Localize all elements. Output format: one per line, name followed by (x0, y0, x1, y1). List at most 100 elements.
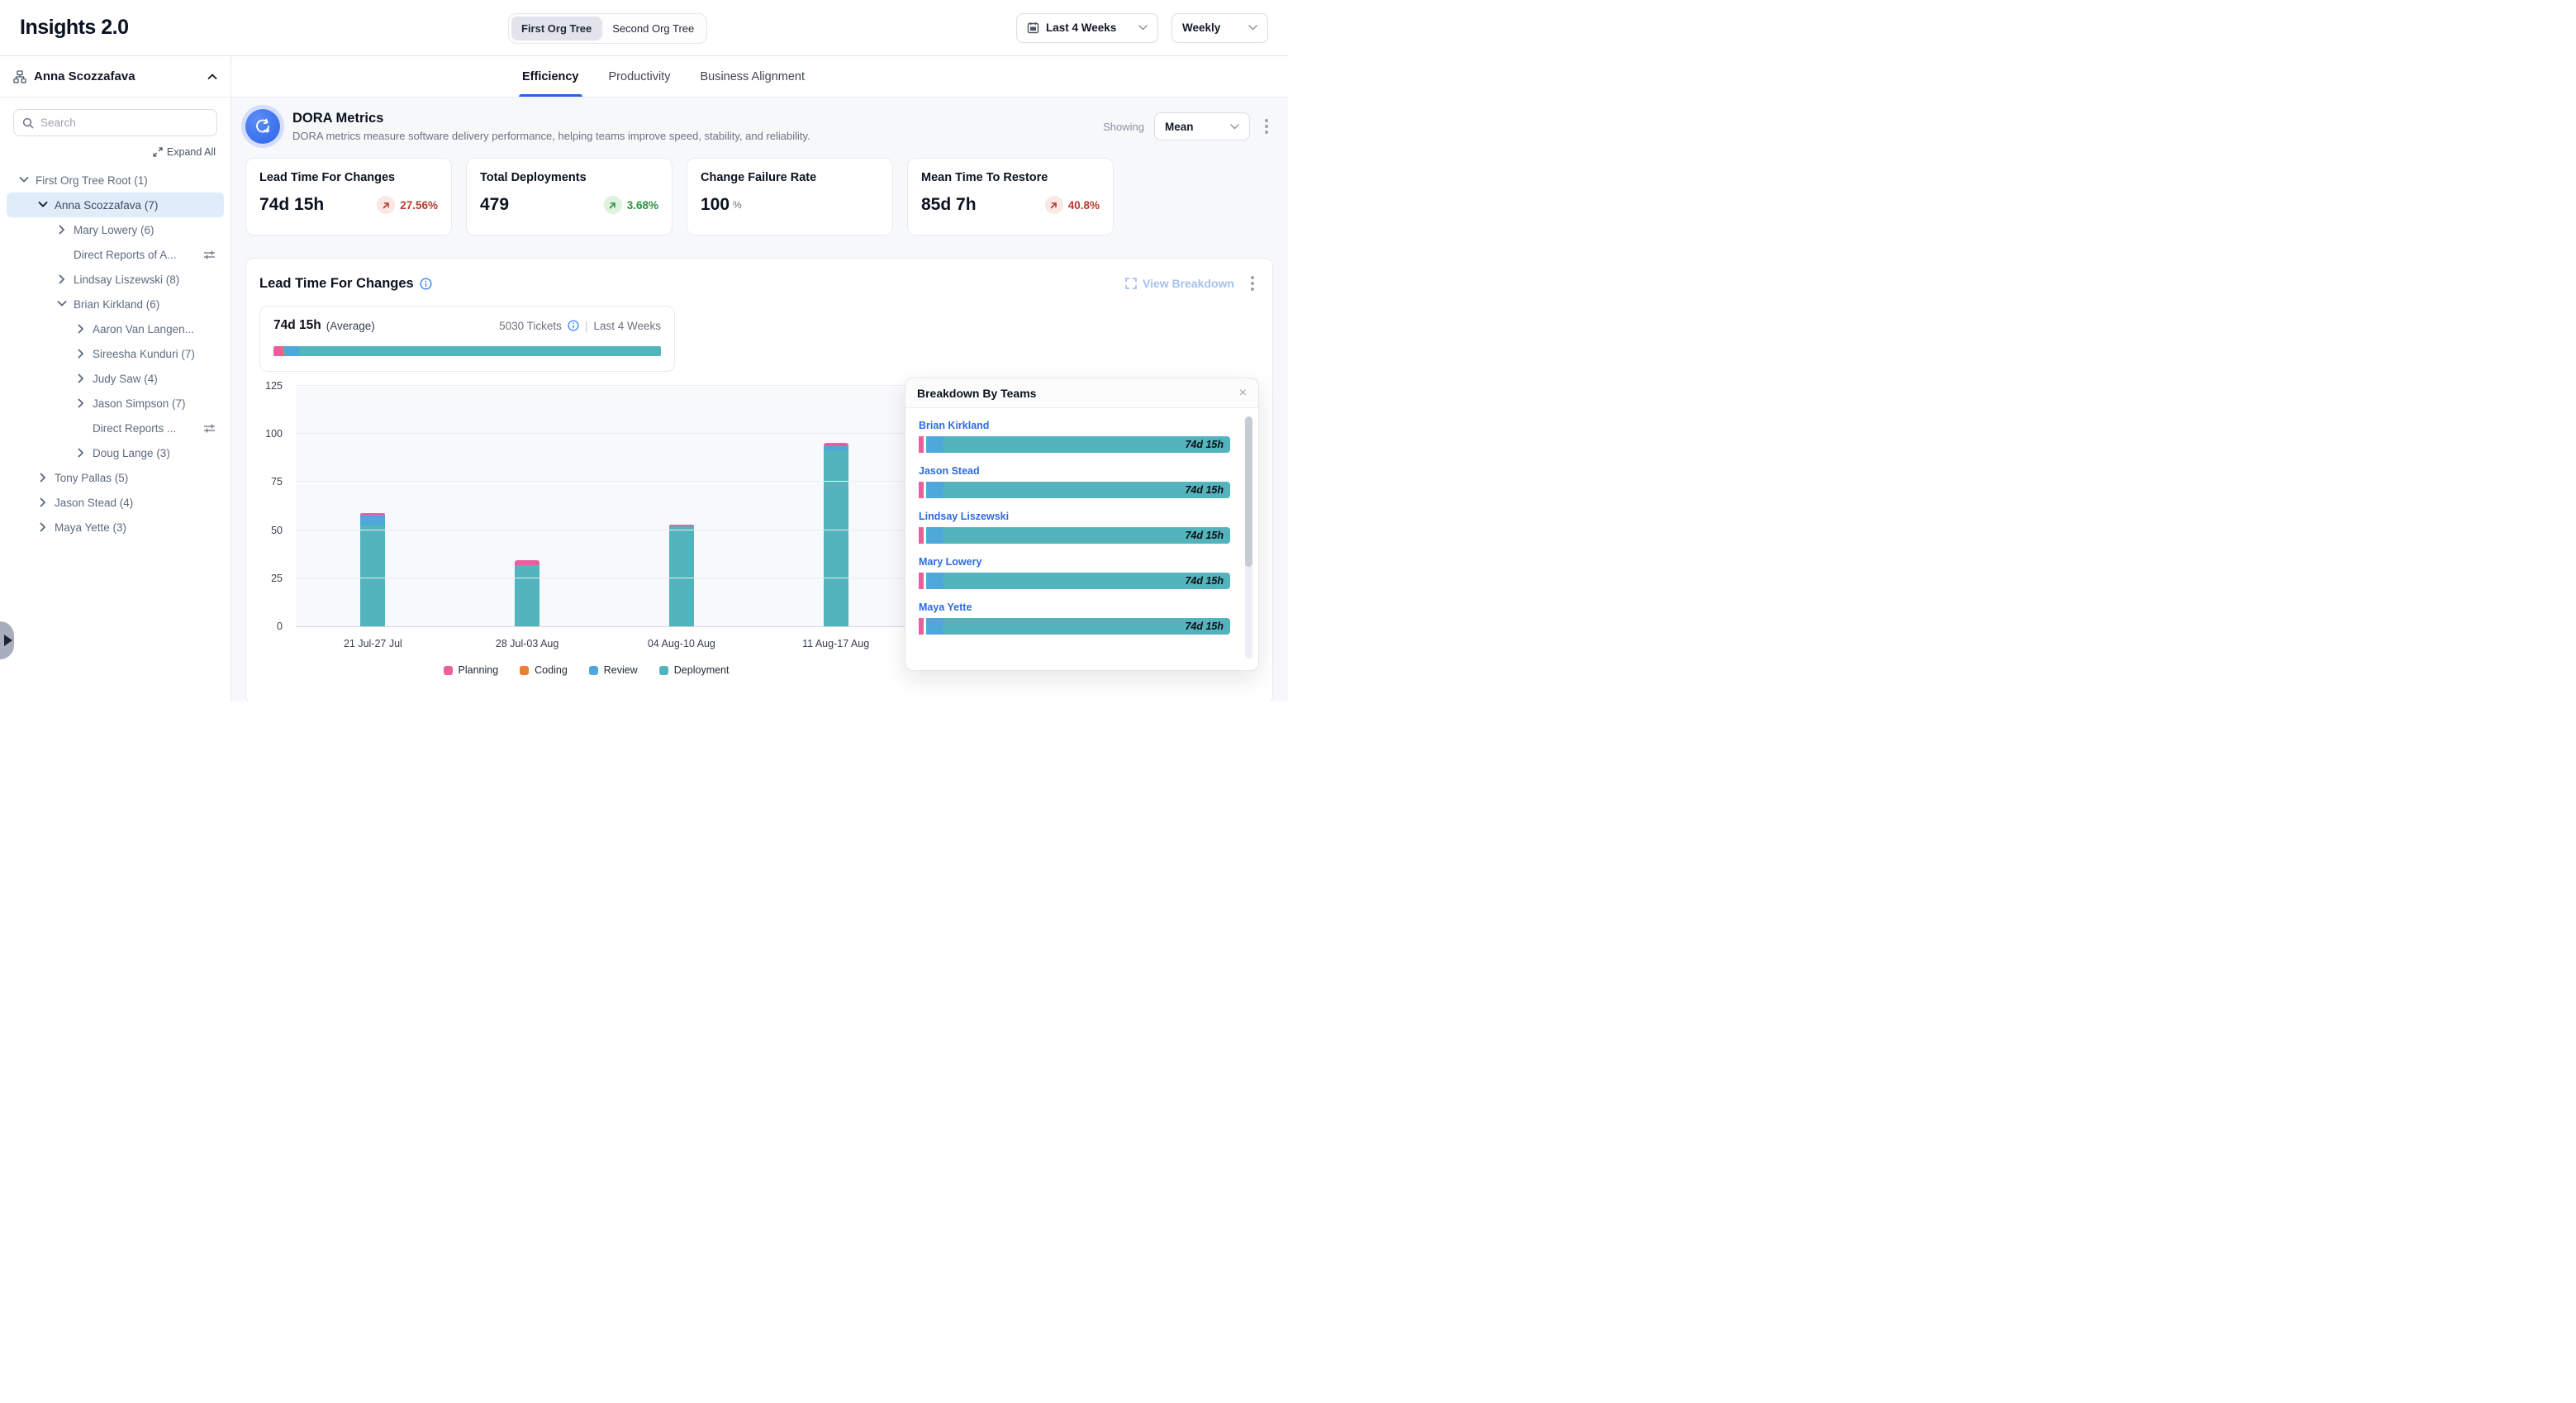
chevron-right-icon[interactable] (37, 497, 49, 508)
tab-bar: Efficiency Productivity Business Alignment (231, 56, 1288, 97)
tree-item-label: Mary Lowery (6) (74, 224, 154, 236)
tree-item-maya-yette[interactable]: Maya Yette (3) (0, 515, 231, 540)
metric-suffix: % (733, 199, 742, 211)
search-input[interactable] (40, 117, 208, 129)
chart-slot (296, 387, 450, 626)
legend-item-review: Review (589, 664, 638, 676)
tab-productivity[interactable]: Productivity (609, 56, 671, 97)
team-name-link[interactable]: Brian Kirkland (919, 420, 989, 431)
chevron-right-icon[interactable] (75, 323, 87, 335)
tree-item-brian-kirkland[interactable]: Brian Kirkland (6) (0, 292, 231, 316)
summary-value: 74d 15h (273, 318, 321, 333)
sidebar-search[interactable] (13, 109, 217, 136)
date-range-select[interactable]: Last 4 Weeks (1016, 13, 1158, 43)
tree-item-label: Direct Reports of A... (74, 249, 177, 261)
filter-sliders-icon[interactable] (203, 423, 216, 434)
panel-scrollbar-thumb[interactable] (1245, 416, 1252, 567)
gridline (296, 385, 913, 386)
content-area: DORA Metrics DORA metrics measure softwa… (231, 97, 1288, 702)
panel-scrollbar[interactable] (1245, 416, 1252, 659)
stacked-bar-3[interactable] (669, 525, 694, 626)
team-phase-bar: 74d 15h (919, 527, 1230, 544)
info-icon[interactable] (420, 278, 432, 290)
summary-segment-deployment (299, 346, 661, 356)
arrow-up-right-icon (377, 196, 395, 214)
team-name-link[interactable]: Jason Stead (919, 465, 980, 477)
trend-badge: 3.68% (604, 196, 658, 214)
tree-item-jason-simpson[interactable]: Jason Simpson (7) (0, 391, 231, 416)
chevron-right-icon[interactable] (75, 348, 87, 359)
chart-slot (758, 387, 913, 626)
chevron-down-icon[interactable] (18, 174, 30, 186)
chevron-right-icon[interactable] (37, 521, 49, 533)
chevron-right-icon[interactable] (75, 447, 87, 459)
metric-card-mean-time-to-restore: Mean Time To Restore 85d 7h 40.8% (907, 158, 1114, 235)
bar-segment-deployment (824, 450, 848, 626)
chevron-right-icon[interactable] (75, 397, 87, 409)
lead-time-kebab-menu-icon[interactable] (1246, 273, 1259, 294)
info-icon[interactable] (568, 320, 579, 331)
showing-select[interactable]: Mean (1154, 112, 1250, 140)
tab-business-alignment[interactable]: Business Alignment (700, 56, 805, 97)
lead-time-chart: 0255075100125 21 Jul-27 Jul28 Jul-03 Aug… (259, 387, 913, 676)
close-icon[interactable]: × (1239, 387, 1247, 400)
toggle-second-org-tree[interactable]: Second Org Tree (602, 17, 704, 40)
bar-segment-deployment: 74d 15h (943, 436, 1230, 453)
tree-item-first-org-tree-root[interactable]: First Org Tree Root (1) (0, 168, 231, 193)
toggle-first-org-tree[interactable]: First Org Tree (511, 17, 601, 40)
team-name-link[interactable]: Maya Yette (919, 602, 972, 613)
org-tree-toggle: First Org Tree Second Org Tree (508, 13, 707, 44)
breakdown-panel-header: Breakdown By Teams × (905, 378, 1258, 408)
dora-kebab-menu-icon[interactable] (1260, 116, 1273, 137)
collapse-sidebar-chevron-icon[interactable] (207, 74, 217, 80)
play-triangle-icon (4, 635, 12, 646)
tree-item-jason-stead[interactable]: Jason Stead (4) (0, 490, 231, 515)
bar-segment-review (926, 482, 943, 498)
tree-item-lindsay-liszewski[interactable]: Lindsay Liszewski (8) (0, 267, 231, 292)
team-name-link[interactable]: Lindsay Liszewski (919, 511, 1009, 522)
tree-item-mary-lowery[interactable]: Mary Lowery (6) (0, 217, 231, 242)
chevron-right-icon[interactable] (56, 224, 68, 235)
tree-item-tony-pallas[interactable]: Tony Pallas (5) (0, 465, 231, 490)
granularity-select[interactable]: Weekly (1172, 13, 1268, 43)
chevron-down-icon[interactable] (37, 199, 49, 211)
tree-item-direct-reports-of-a[interactable]: Direct Reports of A... (0, 242, 231, 267)
metric-title: Change Failure Rate (701, 171, 879, 184)
org-tree-sidebar: Anna Scozzafava Expand All First Org Tre… (0, 56, 231, 702)
app-title: Insights 2.0 (20, 16, 129, 40)
summary-period: Last 4 Weeks (593, 320, 661, 332)
metric-value: 85d 7h (921, 195, 977, 215)
chevron-down-icon (1138, 25, 1148, 31)
tree-item-anna-scozzafava[interactable]: Anna Scozzafava (7) (7, 193, 224, 217)
tree-item-direct-reports[interactable]: Direct Reports ... (0, 416, 231, 440)
expand-all-button[interactable]: Expand All (153, 146, 216, 158)
chart-plot-area: 0255075100125 (259, 387, 913, 627)
stacked-bar-1[interactable] (360, 513, 385, 626)
tree-item-doug-lange[interactable]: Doug Lange (3) (0, 440, 231, 465)
tree-item-aaron-van-langen[interactable]: Aaron Van Langen... (0, 316, 231, 341)
stacked-bar-2[interactable] (515, 560, 539, 626)
stacked-bar-4[interactable] (824, 443, 848, 626)
team-phase-bar: 74d 15h (919, 436, 1230, 453)
bar-segment-deployment: 74d 15h (943, 527, 1230, 544)
gridline (296, 481, 913, 482)
metric-title: Mean Time To Restore (921, 171, 1100, 184)
view-breakdown-button[interactable]: View Breakdown (1125, 277, 1234, 290)
bar-segment-planning (919, 573, 924, 589)
chevron-right-icon[interactable] (56, 273, 68, 285)
chevron-down-icon[interactable] (56, 298, 68, 310)
legend-label: Coding (535, 664, 568, 676)
tree-item-label: First Org Tree Root (1) (36, 174, 148, 187)
filter-sliders-icon[interactable] (203, 250, 216, 260)
team-name-link[interactable]: Mary Lowery (919, 556, 981, 568)
tree-item-judy-saw[interactable]: Judy Saw (4) (0, 366, 231, 391)
legend-swatch (589, 666, 598, 675)
trend-badge: 40.8% (1045, 196, 1100, 214)
legend-label: Planning (459, 664, 499, 676)
chevron-right-icon[interactable] (37, 472, 49, 483)
tab-efficiency[interactable]: Efficiency (522, 56, 579, 97)
chevron-right-icon[interactable] (75, 373, 87, 384)
tree-item-label: Jason Stead (4) (55, 497, 133, 509)
dora-title: DORA Metrics (292, 111, 810, 126)
tree-item-sireesha-kunduri[interactable]: Sireesha Kunduri (7) (0, 341, 231, 366)
